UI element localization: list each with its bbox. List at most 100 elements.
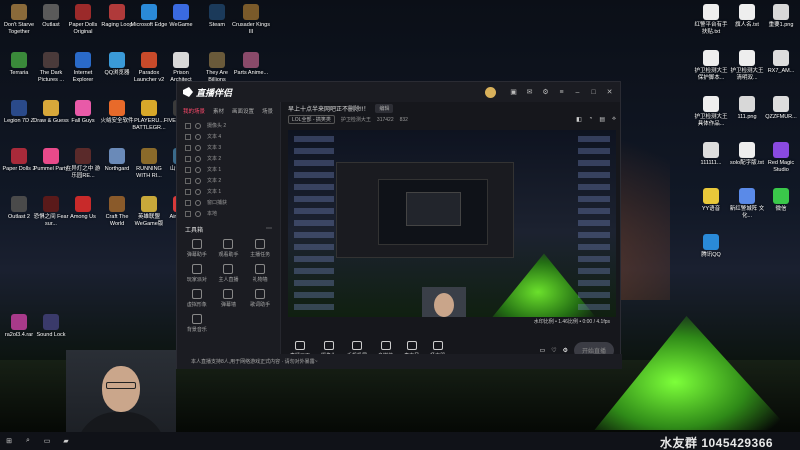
source-item[interactable]: 文本 1 xyxy=(177,186,280,197)
desktop-icon[interactable]: Among Us xyxy=(64,196,102,221)
stream-preview[interactable] xyxy=(288,130,616,317)
desktop-icon[interactable]: Prison Architect xyxy=(162,52,200,83)
desktop-icon[interactable]: 微信 xyxy=(762,188,800,213)
explorer-icon[interactable]: ▰ xyxy=(61,436,71,446)
source-checkbox[interactable] xyxy=(185,210,191,217)
eye-icon[interactable] xyxy=(195,188,201,195)
eye-icon[interactable] xyxy=(195,210,201,217)
tool-button[interactable]: 礼物墙 xyxy=(244,264,276,283)
task-view-icon[interactable]: ▭ xyxy=(42,436,52,446)
gear-icon[interactable]: ⚙ xyxy=(563,347,568,354)
close-icon[interactable]: ✕ xyxy=(605,88,614,97)
desktop-icon[interactable]: 旗人名.txt xyxy=(728,4,766,29)
desktop-icon[interactable]: Steam xyxy=(198,4,236,29)
edit-title-button[interactable]: 编辑 xyxy=(375,103,394,113)
desktop-icon[interactable]: Internet Explorer xyxy=(64,52,102,83)
tool-button[interactable]: 观看助手 xyxy=(213,239,245,258)
eye-icon[interactable] xyxy=(195,177,201,184)
tool-button[interactable]: 弹幕助手 xyxy=(181,239,213,258)
source-checkbox[interactable] xyxy=(185,144,191,151)
bell-icon[interactable]: ◔ xyxy=(589,116,593,123)
gift-icon[interactable]: ▣ xyxy=(509,88,518,97)
tab-display[interactable]: 画面设置 xyxy=(232,107,254,115)
desktop-icon[interactable]: 新红警城阵 文化... xyxy=(728,188,766,219)
desktop-icon[interactable]: Crusader Kings III xyxy=(232,4,270,35)
windows-start-icon[interactable]: ⊞ xyxy=(4,436,14,446)
preview-icons-right xyxy=(578,136,610,311)
eye-icon[interactable] xyxy=(195,122,201,129)
desktop-icon[interactable]: WeGame xyxy=(162,4,200,29)
source-item[interactable]: 文本 1 xyxy=(177,164,280,175)
desktop-icon[interactable]: YY语音 xyxy=(692,188,730,213)
source-item[interactable]: 本地 xyxy=(177,208,280,219)
desktop-icon[interactable]: 护卫检测大王 具体作品... xyxy=(692,96,730,127)
desktop-icon[interactable]: Parts Anime... xyxy=(232,52,270,77)
app-icon xyxy=(703,234,719,250)
desktop-icon[interactable]: RX7_AM... xyxy=(762,50,800,75)
desktop-icon[interactable]: 护卫检测大王 清明双... xyxy=(728,50,766,81)
desktop-icon[interactable]: They Are Billions xyxy=(198,52,236,83)
desktop-icon[interactable]: Red Magic Studio xyxy=(762,142,800,173)
app-icon xyxy=(703,96,719,112)
desktop-icon[interactable]: Paper Dolls Original xyxy=(64,4,102,35)
desktop-icon[interactable]: 在异灯之中 游乐园RE... xyxy=(64,148,102,179)
eye-icon[interactable] xyxy=(195,155,201,162)
scene-tabs: 我的场景 素材 画面设置 场景 xyxy=(177,102,280,120)
record-icon[interactable]: ▭ xyxy=(540,347,546,354)
tool-button[interactable]: 玩家派对 xyxy=(181,264,213,283)
tool-button[interactable]: 弹幕墙 xyxy=(213,289,245,308)
tool-button[interactable]: 虚拟形象 xyxy=(181,289,213,308)
source-item[interactable]: 摄像头 2 xyxy=(177,120,280,131)
desktop-icon[interactable]: 腾讯QQ xyxy=(692,234,730,259)
desktop-icon[interactable]: 红警平台有手扶贴.txt xyxy=(692,4,730,35)
tool-button[interactable]: 歌词助手 xyxy=(244,289,276,308)
source-item[interactable]: 文本 2 xyxy=(177,153,280,164)
source-checkbox[interactable] xyxy=(185,188,191,195)
source-checkbox[interactable] xyxy=(185,155,191,162)
source-checkbox[interactable] xyxy=(185,177,191,184)
source-item[interactable]: 文本 3 xyxy=(177,142,280,153)
desktop-icon[interactable]: QZZFMUR... xyxy=(762,96,800,121)
minimize-icon[interactable]: – xyxy=(573,88,582,97)
preview-icons-left xyxy=(294,136,334,311)
source-item[interactable]: 文本 2 xyxy=(177,175,280,186)
source-item[interactable]: 窗口捕获 xyxy=(177,197,280,208)
category-tag[interactable]: LOL全部 - 搞笑类 xyxy=(288,115,335,124)
tool-button[interactable]: 主人直播 xyxy=(213,264,245,283)
source-checkbox[interactable] xyxy=(185,133,191,140)
source-checkbox[interactable] xyxy=(185,199,191,206)
preview-camera xyxy=(422,287,466,317)
tab-my-scene[interactable]: 我的场景 xyxy=(183,107,205,115)
user-avatar[interactable] xyxy=(485,86,496,98)
tab-material[interactable]: 素材 xyxy=(213,107,224,115)
tool-button[interactable]: 主播任务 xyxy=(244,239,276,258)
desktop-icon[interactable]: Fall Guys xyxy=(64,100,102,125)
app-icon xyxy=(703,50,719,66)
tool-button[interactable]: 背景音乐 xyxy=(181,314,213,333)
menu-icon[interactable]: ≡ xyxy=(557,88,566,97)
eye-icon[interactable] xyxy=(195,199,201,206)
desktop-icon[interactable]: 111111... xyxy=(692,142,730,167)
bag-icon[interactable]: ◧ xyxy=(576,116,582,123)
desktop-icon[interactable]: Sound Lock xyxy=(32,314,70,339)
heart-icon[interactable]: ♡ xyxy=(551,347,556,354)
eye-icon[interactable] xyxy=(195,144,201,151)
source-item[interactable]: 文本 4 xyxy=(177,131,280,142)
desktop-icon[interactable]: 护卫检测大王 保护脚本... xyxy=(692,50,730,81)
search-icon[interactable]: ⌕ xyxy=(23,436,33,446)
tab-scenes[interactable]: 场景 xyxy=(262,107,273,115)
maximize-icon[interactable]: □ xyxy=(589,88,598,97)
desktop-icon[interactable]: solo配字版.txt xyxy=(728,142,766,167)
shop-icon[interactable]: ▤ xyxy=(599,116,605,123)
more-icon[interactable]: ⋯ xyxy=(266,225,272,234)
settings-icon[interactable]: ⚙ xyxy=(541,88,550,97)
source-checkbox[interactable] xyxy=(185,166,191,173)
desktop-icon[interactable]: 111.png xyxy=(728,96,766,121)
desktop-icon[interactable]: 重要1.png xyxy=(762,4,800,29)
eye-icon[interactable] xyxy=(195,133,201,140)
eye-icon[interactable] xyxy=(195,166,201,173)
share-icon[interactable]: ⟡ xyxy=(612,116,616,123)
source-checkbox[interactable] xyxy=(185,122,191,129)
app-icon xyxy=(43,196,59,212)
message-icon[interactable]: ✉ xyxy=(525,88,534,97)
